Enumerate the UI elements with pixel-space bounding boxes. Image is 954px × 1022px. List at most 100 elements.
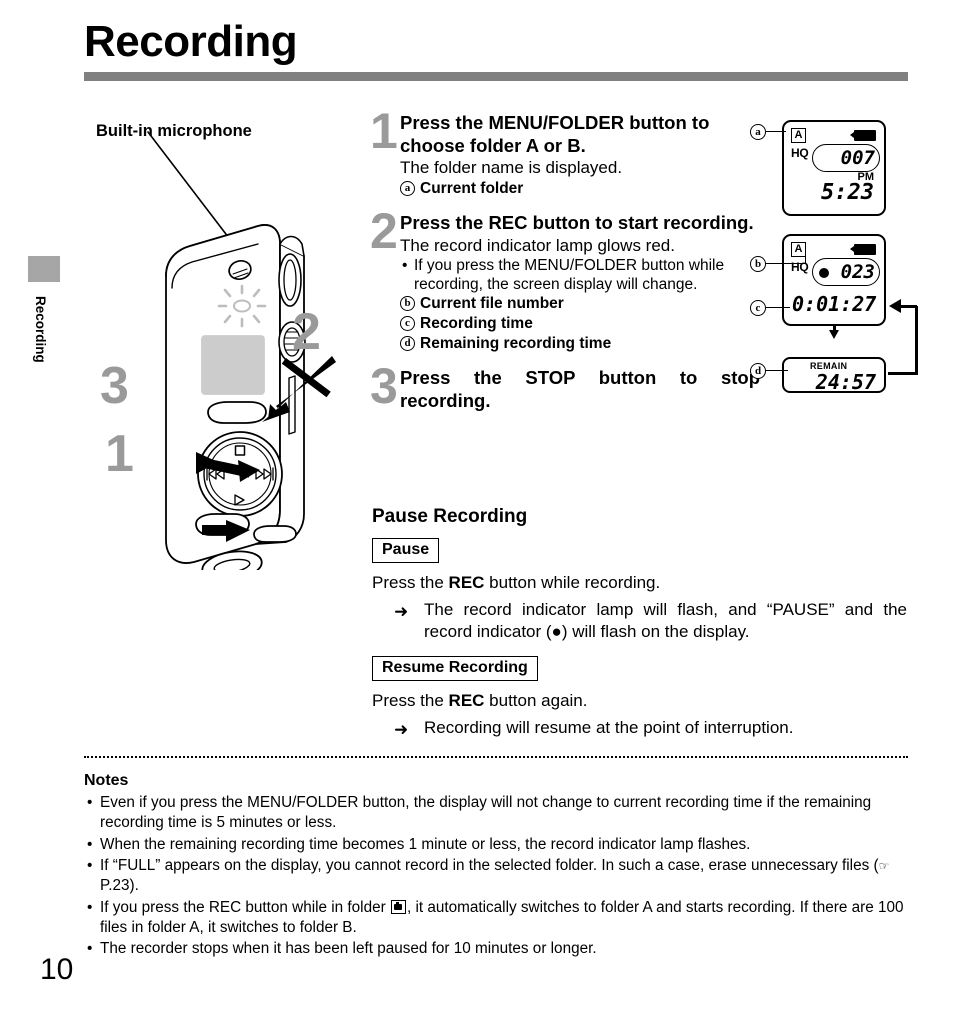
voice-recorder-illustration: [90, 110, 390, 582]
side-tab-marker: [28, 256, 60, 282]
step-1-sub: The folder name is displayed.: [400, 158, 623, 178]
callout-leader-c: [766, 307, 790, 308]
callout-leader-b-vertical: [805, 248, 806, 264]
step-2-title: Press the REC button to start recording.: [400, 212, 760, 235]
legend-mark-a: a: [400, 180, 415, 196]
step-2: 2 Press the REC button to start recordin…: [370, 206, 760, 354]
arrow-right-icon-2: ➜: [394, 719, 409, 739]
pause-recording-section: Pause Recording Pause Press the REC butt…: [372, 506, 907, 739]
step-1-number: 1: [370, 103, 398, 159]
illustration-callout-1: 1: [105, 425, 134, 483]
lcd-folder-indicator-2: A: [791, 242, 806, 257]
note-full-pre: If “FULL” appears on the display, you ca…: [100, 857, 879, 875]
step-2-title-post: button to start recording.: [527, 212, 754, 234]
legend-mark-d: d: [400, 335, 415, 351]
pause-recording-heading: Pause Recording: [372, 506, 528, 527]
step-3-number: 3: [370, 358, 398, 415]
legend-c: c Recording time: [400, 314, 760, 334]
lcd-file-number-box-2: 023: [812, 258, 880, 286]
legend-b: b Current file number: [400, 294, 760, 314]
menu-folder-button-name: MENU/FOLDER: [488, 112, 625, 133]
pointing-hand-icon: ☞: [878, 859, 890, 874]
display-loop-arrow-icon: [889, 299, 901, 313]
callout-leader-d: [766, 370, 788, 371]
step-2-number: 2: [370, 203, 398, 260]
lcd-panel-remain-display: REMAIN 24:57: [782, 357, 886, 394]
notes-divider: [84, 756, 908, 758]
resume-result-text: Recording will resume at the point of in…: [424, 717, 794, 737]
folder-camera-icon: [390, 899, 406, 914]
battery-full-icon-1: [850, 130, 876, 141]
lcd-panel-folder-display: A HQ 007 PM 5:23: [782, 120, 886, 216]
rec-button-ref-1: REC: [448, 572, 485, 592]
stop-button-name: STOP: [525, 367, 576, 389]
lcd-folder-indicator-1: A: [791, 128, 806, 143]
legend-d: d Remaining recording time: [400, 334, 760, 354]
legend-text-a: Current folder: [420, 179, 524, 197]
legend-mark-b: b: [400, 296, 415, 312]
page-number: 10: [40, 953, 74, 986]
lcd-recording-time-value: 0:01:27: [792, 292, 877, 316]
lcd-file-number-1: 007: [840, 147, 875, 169]
step-3: 3 Press the STOP button to stop recordin…: [370, 361, 760, 412]
lcd-file-number-box-1: 007: [812, 144, 880, 172]
step-1: 1 Press the MENU/FOLDER button to choose…: [370, 106, 760, 199]
callout-leader-a: [766, 131, 786, 132]
rec-button-name: REC: [488, 212, 528, 234]
side-tab-label: Recording: [33, 296, 48, 363]
note-item-5: The recorder stops when it has been left…: [84, 939, 908, 960]
callout-bubble-a: a: [750, 124, 766, 140]
callout-leader-b: [766, 263, 806, 264]
resume-instruction-pre: Press the: [372, 690, 449, 710]
illustration-callout-2: 2: [292, 303, 321, 361]
arrow-right-icon: ➜: [394, 601, 409, 621]
display-loop-bracket-top: [900, 304, 917, 308]
illustration-callout-3: 3: [100, 357, 129, 415]
note-item-2: When the remaining recording time become…: [84, 835, 908, 856]
callout-bubble-c: c: [750, 300, 766, 316]
display-loop-bracket-bottom: [888, 371, 918, 375]
note-item-4: If you press the REC button while in fol…: [84, 898, 908, 939]
note-full-ref: P.23).: [100, 877, 139, 895]
rec-button-ref-2: REC: [448, 690, 485, 710]
lcd-panel-recording-display: A HQ 023 0:01:27: [782, 234, 886, 326]
steps-list: 1 Press the MENU/FOLDER button to choose…: [370, 106, 760, 418]
pause-instruction-post: button while recording.: [484, 572, 661, 592]
legend-text-c: Recording time: [420, 314, 533, 332]
battery-full-icon-2: [850, 244, 876, 255]
lcd-remain-value: 24:57: [815, 370, 876, 394]
resume-instruction: Press the REC button again.: [372, 690, 907, 711]
pause-result: ➜ The record indicator lamp will flash, a…: [394, 599, 907, 643]
note-item-3: If “FULL” appears on the display, you ca…: [84, 856, 908, 897]
callout-bubble-d: d: [750, 363, 766, 379]
legend-a: a Current folder: [400, 179, 760, 199]
step-2-title-pre: Press the: [400, 212, 489, 234]
lcd-quality-indicator-1: HQ: [791, 146, 809, 160]
legend-mark-c: c: [400, 316, 415, 332]
record-dot-icon: [819, 268, 829, 278]
step-1-title-pre: Press the: [400, 112, 489, 133]
note-item-1: Even if you press the MENU/FOLDER button…: [84, 793, 908, 834]
lcd-clock-value: 5:23: [821, 180, 874, 205]
step-2-bullet: If you press the MENU/FOLDER button whil…: [400, 257, 760, 294]
resume-instruction-post: button again.: [484, 690, 588, 710]
legend-text-b: Current file number: [420, 294, 564, 312]
notes-section: Notes Even if you press the MENU/FOLDER …: [84, 772, 908, 961]
display-change-arrow-icon: [829, 330, 839, 339]
legend-text-d: Remaining recording time: [420, 334, 612, 352]
callout-bubble-b: b: [750, 256, 766, 272]
pause-instruction: Press the REC button while recording.: [372, 572, 907, 593]
step-3-title: Press the STOP button to stop recording.: [400, 367, 760, 412]
step-1-title: Press the MENU/FOLDER button to choose f…: [400, 112, 760, 157]
step-3-title-pre: Press the: [400, 367, 526, 389]
lcd-file-number-2: 023: [840, 261, 875, 283]
note-folder-pre: If you press the REC button while in fol…: [100, 898, 390, 916]
display-loop-bracket-vertical: [915, 306, 918, 375]
pause-instruction-pre: Press the: [372, 572, 449, 592]
pause-label-box: Pause: [372, 538, 440, 563]
title-rule: [84, 72, 908, 81]
pause-result-text: The record indicator lamp will flash, an…: [424, 599, 907, 641]
step-2-sub: The record indicator lamp glows red.: [400, 235, 675, 255]
resume-label-box: Resume Recording: [372, 656, 538, 681]
recorder-drawing: [147, 131, 336, 582]
